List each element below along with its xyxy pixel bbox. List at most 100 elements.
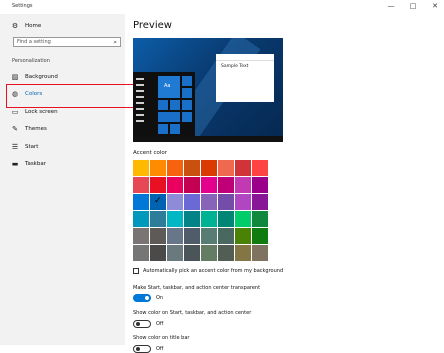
sidebar-item-label: Background: [25, 74, 58, 80]
accent-swatch[interactable]: [201, 177, 217, 193]
accent-swatch[interactable]: [184, 245, 200, 261]
color-start-toggle[interactable]: [133, 320, 151, 328]
sidebar-item-label: Start: [25, 144, 39, 150]
transparency-state: On: [156, 295, 164, 301]
auto-pick-row[interactable]: Automatically pick an accent color from …: [133, 268, 283, 274]
accent-swatch[interactable]: [235, 194, 251, 210]
accent-swatch[interactable]: [218, 160, 234, 176]
accent-swatch[interactable]: [235, 228, 251, 244]
preview-tile-large: Aa: [158, 76, 180, 98]
accent-swatch[interactable]: [252, 177, 268, 193]
sidebar-item-taskbar[interactable]: ▬ Taskbar: [10, 160, 46, 168]
accent-color-label: Accent color: [133, 150, 168, 156]
start-icon: ☰: [11, 143, 19, 151]
sidebar-item-home[interactable]: ⚙ Home: [10, 22, 41, 30]
accent-swatch[interactable]: ✓: [149, 193, 167, 211]
accent-swatch[interactable]: [201, 228, 217, 244]
auto-pick-checkbox[interactable]: [133, 268, 139, 274]
accent-swatch[interactable]: [235, 177, 251, 193]
sidebar-item-background[interactable]: ▨ Background: [10, 73, 58, 81]
title-bar-color-state: Off: [156, 346, 164, 352]
accent-swatch[interactable]: [133, 160, 149, 176]
accent-swatch[interactable]: [150, 211, 166, 227]
accent-swatch[interactable]: [133, 177, 149, 193]
preview-tile: [182, 100, 192, 110]
color-start-toggle-row[interactable]: Off: [133, 320, 163, 328]
title-bar-color-toggle[interactable]: [133, 345, 151, 353]
accent-swatch[interactable]: [184, 228, 200, 244]
sidebar-item-themes[interactable]: ✎ Themes: [10, 125, 47, 133]
brush-icon: ✎: [12, 125, 18, 133]
taskbar-icon: ▬: [11, 160, 19, 168]
toggle-knob: [136, 347, 140, 351]
accent-swatch[interactable]: [218, 245, 234, 261]
accent-swatch[interactable]: [133, 211, 149, 227]
window-title: Settings: [12, 3, 33, 9]
transparency-label: Make Start, taskbar, and action center t…: [133, 285, 261, 291]
main-content: Preview Aa Sample Text Accent color ✓ Au…: [133, 14, 444, 353]
image-icon: ▨: [11, 73, 19, 81]
title-bar-color-label: Show color on title bar: [133, 335, 190, 341]
accent-swatch[interactable]: [167, 211, 183, 227]
title-bar: Settings — □ ✕: [0, 0, 444, 14]
minimize-button[interactable]: —: [384, 1, 398, 12]
accent-swatch[interactable]: [150, 245, 166, 261]
accent-swatch[interactable]: [167, 177, 183, 193]
transparency-toggle[interactable]: [133, 294, 151, 302]
accent-swatch[interactable]: [252, 160, 268, 176]
accent-swatch[interactable]: [218, 211, 234, 227]
accent-swatch[interactable]: [201, 245, 217, 261]
accent-swatch[interactable]: [184, 211, 200, 227]
accent-swatch[interactable]: [235, 160, 251, 176]
accent-swatch[interactable]: [201, 194, 217, 210]
color-start-state: Off: [156, 321, 164, 327]
title-bar-toggle-row[interactable]: Off: [133, 345, 163, 353]
accent-swatch[interactable]: [252, 228, 268, 244]
accent-swatch[interactable]: [218, 228, 234, 244]
preview-tile: [158, 100, 168, 110]
accent-color-grid: ✓: [133, 160, 268, 261]
maximize-button[interactable]: □: [406, 1, 420, 12]
accent-swatch[interactable]: [133, 194, 149, 210]
accent-swatch[interactable]: [218, 194, 234, 210]
search-input[interactable]: Find a setting ⌕: [13, 37, 121, 47]
accent-swatch[interactable]: [133, 228, 149, 244]
accent-swatch[interactable]: [133, 245, 149, 261]
accent-swatch[interactable]: [167, 160, 183, 176]
sidebar-item-label: Taskbar: [25, 161, 46, 167]
close-button[interactable]: ✕: [428, 1, 442, 12]
section-label: Personalization: [12, 58, 50, 64]
accent-swatch[interactable]: [201, 211, 217, 227]
preview-window: Sample Text: [216, 54, 274, 102]
accent-swatch[interactable]: [150, 160, 166, 176]
accent-swatch[interactable]: [201, 160, 217, 176]
accent-swatch[interactable]: [184, 194, 200, 210]
accent-swatch[interactable]: [252, 211, 268, 227]
selected-item-highlight: [6, 84, 134, 108]
transparency-toggle-row[interactable]: On: [133, 294, 163, 302]
preview-taskbar: [133, 136, 283, 142]
accent-swatch[interactable]: [150, 177, 166, 193]
accent-swatch[interactable]: [184, 177, 200, 193]
lock-screen-icon: ▭: [11, 108, 19, 116]
preview-tile: [158, 124, 168, 134]
accent-swatch[interactable]: [167, 228, 183, 244]
preview-tile: [170, 100, 180, 110]
preview-tile-text: Aa: [164, 83, 171, 89]
accent-swatch[interactable]: [218, 177, 234, 193]
accent-swatch[interactable]: [167, 245, 183, 261]
accent-swatch[interactable]: [235, 245, 251, 261]
sidebar-item-label: Lock screen: [25, 109, 58, 115]
preview-tile: [182, 88, 192, 98]
accent-swatch[interactable]: [252, 194, 268, 210]
accent-swatch[interactable]: [150, 228, 166, 244]
search-icon[interactable]: ⌕: [113, 38, 117, 47]
accent-swatch[interactable]: [167, 194, 183, 210]
accent-swatch[interactable]: [252, 245, 268, 261]
sidebar-item-start[interactable]: ☰ Start: [10, 143, 39, 151]
accent-swatch[interactable]: [235, 211, 251, 227]
sidebar-item-lock-screen[interactable]: ▭ Lock screen: [10, 108, 58, 116]
auto-pick-label: Automatically pick an accent color from …: [143, 268, 284, 274]
accent-swatch[interactable]: [184, 160, 200, 176]
page-title: Preview: [133, 20, 172, 31]
